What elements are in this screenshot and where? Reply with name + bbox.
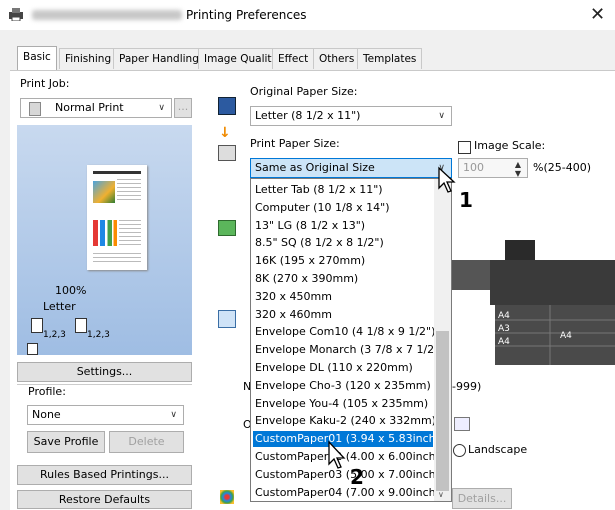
window-title: Printing Preferences [186,8,307,22]
dropdown-option[interactable]: 13" LG (8 1/2 x 13") [253,218,433,234]
collate-text-1: 1,2,3 [43,330,66,340]
original-paper-label: Original Paper Size: [250,85,358,98]
dropdown-option[interactable]: CustomPaper04 (7.00 x 9.00inch) [253,485,440,501]
image-scale-range: %(25-400) [533,161,591,174]
dropdown-option[interactable]: Envelope Cho-3 (120 x 235mm) [253,378,433,394]
zoom-text: 100% [55,284,87,297]
settings-button[interactable]: Settings... [17,362,192,382]
paper-size-text: Letter [43,300,76,313]
document-icon [29,102,41,116]
print-preview: 100% Letter 1,2,3 1,2,3 [17,125,192,355]
tab-templates[interactable]: Templates [357,48,423,69]
tray-label: A3 [498,324,510,334]
dropdown-option[interactable]: 320 x 450mm [253,289,433,305]
spinner-icon: ▲ ▼ [514,160,521,178]
tab-effect[interactable]: Effect [272,48,315,69]
save-profile-button[interactable]: Save Profile [27,431,105,453]
delete-profile-button[interactable]: Delete [109,431,184,453]
tray-label: A4 [498,337,510,347]
down-arrow-icon: ↓ [219,125,231,141]
tab-finishing[interactable]: Finishing [59,48,118,69]
tray-label: A4 [560,331,572,341]
tab-paper-handling[interactable]: Paper Handling [113,48,205,69]
dropdown-option[interactable]: Envelope Monarch (3 7/8 x 7 1/2") [253,342,444,358]
original-paper-select[interactable]: Letter (8 1/2 x 11") ∨ [250,106,452,126]
printer-app-icon [9,8,23,21]
original-paper-icon [218,97,236,115]
tab-others[interactable]: Others [313,48,361,69]
dropdown-option[interactable]: Envelope You-4 (105 x 235mm) [253,396,433,412]
image-scale-checkbox[interactable] [458,141,471,154]
profile-value: None [32,408,61,421]
print-paper-value: Same as Original Size [255,161,375,174]
chevron-down-icon: ∨ [170,410,177,420]
print-paper-select[interactable]: Same as Original Size ∨ [250,158,452,178]
dropdown-option[interactable]: 16K (195 x 270mm) [253,253,433,269]
tab-basic[interactable]: Basic [17,46,57,70]
blurred-device-name [32,10,182,20]
landscape-label: Landscape [468,443,528,456]
tab-strip: Basic Finishing Paper Handling Image Qua… [0,46,615,70]
chevron-down-icon[interactable]: ∨ [438,490,444,499]
chevron-down-icon: ∨ [158,103,165,113]
image-scale-label: Image Scale: [474,139,546,152]
dropdown-scrollbar[interactable]: ∨ [434,179,451,501]
collate-icon [31,318,43,333]
color-mode-icon [220,490,234,504]
collate-text-2: 1,2,3 [87,330,110,340]
dropdown-option[interactable]: Envelope Kaku-2 (240 x 332mm) [253,413,436,429]
profile-label: Profile: [28,385,66,398]
tray-icon [218,220,236,236]
copies-range-text: -999) [452,380,482,393]
dropdown-option[interactable]: Envelope DL (110 x 220mm) [253,360,433,376]
profile-select[interactable]: None ∨ [27,405,184,425]
callout-1: 1 [459,188,473,212]
dropdown-option[interactable]: Computer (10 1/8 x 14") [253,200,433,216]
original-paper-value: Letter (8 1/2 x 11") [255,109,361,122]
orientation-icon [454,417,470,431]
dropdown-option[interactable]: 320 x 460mm [253,307,433,323]
chevron-down-icon: ∨ [438,111,445,121]
print-paper-icon [218,145,236,161]
title-bar: Printing Preferences ✕ [0,0,615,30]
tray-label: A4 [498,311,510,321]
restore-defaults-button[interactable]: Restore Defaults [17,490,192,509]
preview-page [87,165,147,270]
print-job-label: Print Job: [20,77,70,90]
print-job-select[interactable]: Normal Print ∨ [20,98,172,118]
landscape-radio[interactable] [453,444,466,457]
dropdown-option[interactable]: Letter Tab (8 1/2 x 11") [253,182,433,198]
paper-source-icon [218,310,236,328]
tab-image-quality[interactable]: Image Quality [198,48,284,69]
dropdown-option[interactable]: Envelope Com10 (4 1/8 x 9 1/2") [253,324,435,340]
print-paper-label: Print Paper Size: [250,137,340,150]
callout-2: 2 [350,465,364,489]
dropdown-option[interactable]: 8.5" SQ (8 1/2 x 8 1/2") [253,235,433,251]
printer-illustration: A4 A3 A4 A4 [450,240,615,365]
page-icon [27,343,38,355]
scrollbar-thumb[interactable] [436,331,449,491]
print-job-value: Normal Print [55,101,124,114]
collate-icon [75,318,87,333]
close-icon[interactable]: ✕ [590,4,605,25]
rules-based-printings-button[interactable]: Rules Based Printings... [17,465,192,485]
details-button[interactable]: Details... [452,488,512,509]
print-job-more-button[interactable]: ... [174,98,192,118]
dropdown-option[interactable]: 8K (270 x 390mm) [253,271,433,287]
